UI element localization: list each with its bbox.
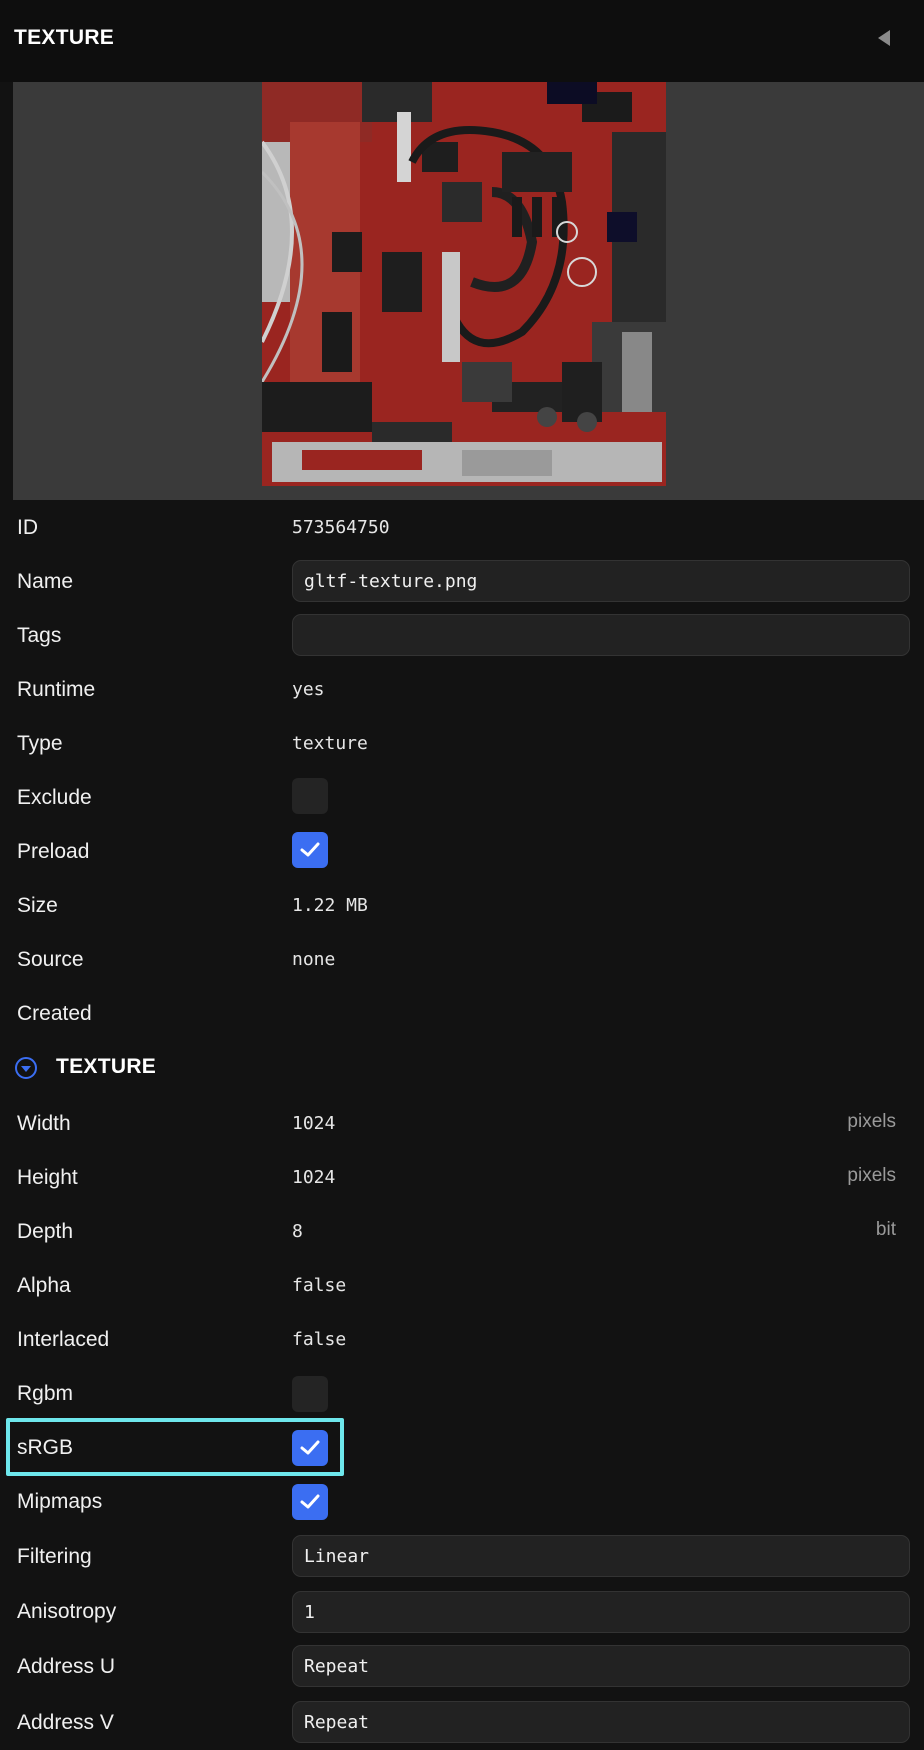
address-v-label: Address V (17, 1711, 114, 1734)
source-label: Source (17, 948, 84, 971)
chevron-down-circle-icon[interactable] (14, 1056, 38, 1080)
interlaced-value: false (292, 1329, 347, 1350)
width-value: 1024 (292, 1113, 336, 1134)
collapse-left-arrow-icon[interactable] (872, 26, 896, 50)
height-unit: pixels (847, 1165, 896, 1186)
anisotropy-input[interactable] (292, 1591, 910, 1633)
preload-label: Preload (17, 840, 90, 863)
alpha-value: false (292, 1275, 347, 1296)
tags-label: Tags (17, 624, 62, 647)
mipmaps-label: Mipmaps (17, 1490, 103, 1513)
tags-input[interactable] (292, 614, 910, 656)
texture-section-title: TEXTURE (56, 1055, 157, 1078)
exclude-checkbox[interactable] (292, 778, 328, 814)
filtering-select[interactable] (292, 1535, 910, 1577)
size-label: Size (17, 894, 58, 917)
panel-header: TEXTURE (0, 0, 924, 82)
checkmark-icon (300, 1440, 320, 1455)
mipmaps-checkbox[interactable] (292, 1484, 328, 1520)
type-label: Type (17, 732, 63, 755)
name-label: Name (17, 570, 74, 593)
rgbm-label: Rgbm (17, 1382, 74, 1405)
depth-value: 8 (292, 1221, 303, 1242)
srgb-label: sRGB (17, 1436, 74, 1459)
depth-label: Depth (17, 1220, 74, 1243)
rgbm-checkbox[interactable] (292, 1376, 328, 1412)
size-value: 1.22 MB (292, 895, 368, 916)
source-value: none (292, 949, 336, 970)
interlaced-label: Interlaced (17, 1328, 110, 1351)
height-label: Height (17, 1166, 78, 1189)
runtime-label: Runtime (17, 678, 96, 701)
exclude-label: Exclude (17, 786, 92, 809)
name-input[interactable] (292, 560, 910, 602)
checkmark-icon (300, 1494, 320, 1509)
panel-title: TEXTURE (14, 26, 115, 49)
id-label: ID (17, 516, 38, 539)
address-v-select[interactable] (292, 1701, 910, 1743)
height-value: 1024 (292, 1167, 336, 1188)
preload-checkbox[interactable] (292, 832, 328, 868)
address-u-select[interactable] (292, 1645, 910, 1687)
filtering-label: Filtering (17, 1545, 92, 1568)
alpha-label: Alpha (17, 1274, 71, 1297)
checkmark-icon (300, 842, 320, 857)
width-label: Width (17, 1112, 71, 1135)
depth-unit: bit (875, 1219, 896, 1240)
id-value: 573564750 (292, 517, 390, 538)
address-u-label: Address U (17, 1655, 116, 1678)
type-value: texture (292, 733, 368, 754)
srgb-checkbox[interactable] (292, 1430, 328, 1466)
width-unit: pixels (847, 1111, 896, 1132)
runtime-value: yes (292, 679, 325, 700)
anisotropy-label: Anisotropy (17, 1600, 117, 1623)
created-label: Created (17, 1002, 92, 1025)
texture-preview-image (262, 82, 666, 486)
